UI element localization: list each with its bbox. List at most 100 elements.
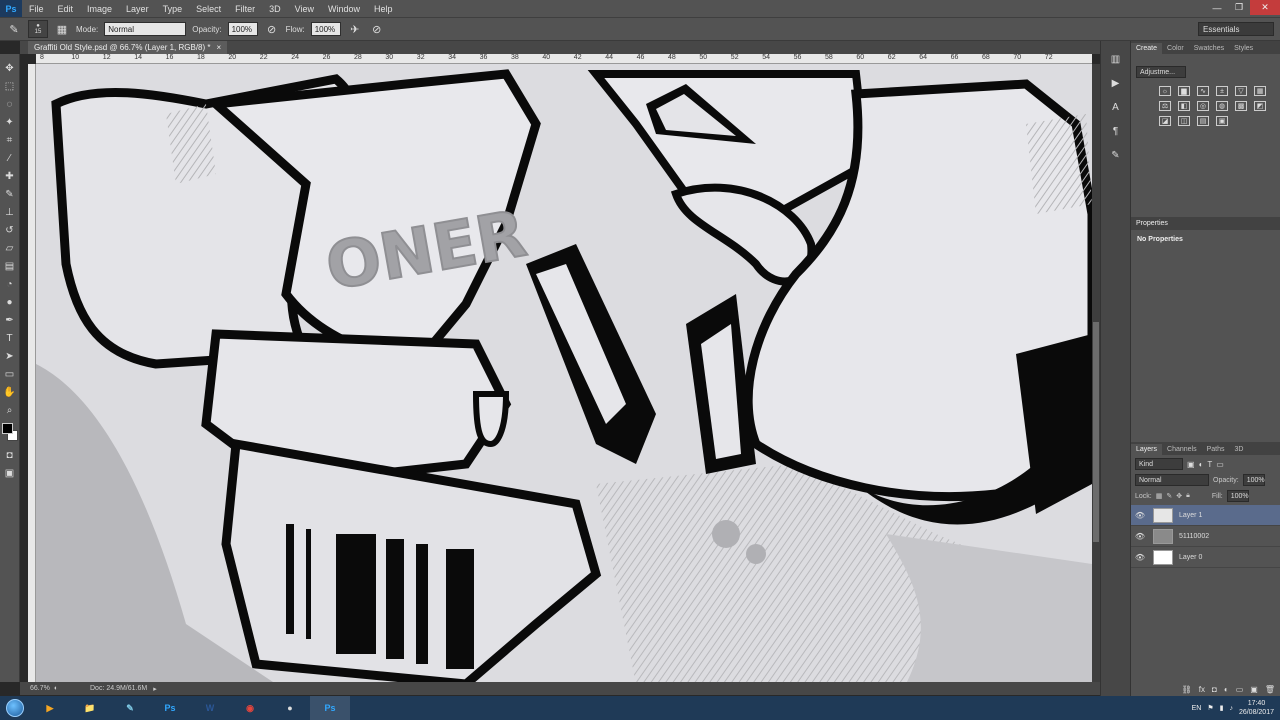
layer-row[interactable]: 👁︎ Layer 1 [1131,505,1280,526]
color-lookup-icon[interactable]: ▩ [1235,101,1247,111]
color-swatches[interactable] [1,423,19,443]
menu-type[interactable]: Type [156,4,190,14]
language-indicator[interactable]: EN [1192,705,1202,712]
menu-select[interactable]: Select [189,4,228,14]
curves-icon[interactable]: ∿ [1197,86,1209,96]
restore-button[interactable]: ❐ [1228,0,1250,15]
taskbar-media-player-icon[interactable]: ▶ [30,696,70,720]
lock-all-icon[interactable]: 🔒︎ [1186,492,1190,500]
lock-transparent-icon[interactable]: ▦ [1156,492,1163,500]
vertical-scrollbar[interactable] [1092,64,1100,684]
lasso-tool-icon[interactable]: ◌ [2,96,18,112]
layer-opacity-input[interactable]: 100% [1242,474,1265,486]
flow-input[interactable]: 100% [310,22,341,36]
lock-pixels-icon[interactable]: ✎ [1166,492,1172,500]
selective-color-icon[interactable]: ▣ [1216,116,1228,126]
move-tool-icon[interactable]: ✥ [2,60,18,76]
taskbar-chrome-icon[interactable]: ◉ [230,696,270,720]
brush-panel-icon[interactable]: ▦ [54,21,70,37]
start-button[interactable] [0,696,30,720]
gradient-map-icon[interactable]: ▤ [1197,116,1209,126]
taskbar-word-icon[interactable]: W [190,696,230,720]
opacity-input[interactable]: 100% [227,22,258,36]
layer-row[interactable]: 👁︎ 51110002 [1131,526,1280,547]
black-white-icon[interactable]: ◧ [1178,101,1190,111]
brush-presets-icon[interactable]: ✎ [1108,147,1124,163]
menu-filter[interactable]: Filter [228,4,262,14]
tray-flag-icon[interactable]: ⚑ [1207,704,1213,712]
tab-styles[interactable]: Styles [1229,43,1258,54]
pressure-opacity-icon[interactable]: ⊘ [264,21,280,37]
taskbar-obs-icon[interactable]: ● [270,696,310,720]
tab-color[interactable]: Color [1162,43,1189,54]
visibility-eye-icon[interactable]: 👁︎ [1131,553,1149,562]
photo-filter-icon[interactable]: ◎ [1197,101,1209,111]
mode-select[interactable]: Normal [104,22,187,36]
shape-tool-icon[interactable]: ▭ [2,366,18,382]
status-info-icon[interactable]: ◐ [54,685,62,692]
document-canvas[interactable]: ONER [36,64,1092,684]
color-balance-icon[interactable]: ⚖ [1159,101,1171,111]
lock-position-icon[interactable]: ✥ [1176,492,1182,500]
actions-panel-icon[interactable]: ▶ [1108,75,1124,91]
marquee-tool-icon[interactable]: ⬚ [2,78,18,94]
menu-file[interactable]: File [22,4,51,14]
menu-help[interactable]: Help [367,4,400,14]
taskbar-drawing-app-icon[interactable]: ✎ [110,696,150,720]
hue-sat-icon[interactable]: ▦ [1254,86,1266,96]
invert-icon[interactable]: ◩ [1254,101,1266,111]
visibility-eye-icon[interactable]: 👁︎ [1131,532,1149,541]
minimize-button[interactable]: — [1206,0,1228,15]
menu-3d[interactable]: 3D [262,4,288,14]
menu-edit[interactable]: Edit [51,4,81,14]
vertical-scroll-thumb[interactable] [1093,322,1099,542]
taskbar-photoshop-icon[interactable]: Ps [150,696,190,720]
workspace-select[interactable]: Essentials [1198,22,1274,36]
tray-volume-icon[interactable]: ♪ [1229,705,1233,712]
eyedropper-tool-icon[interactable]: ⁄ [2,150,18,166]
tab-channels[interactable]: Channels [1162,444,1202,455]
healing-brush-tool-icon[interactable]: ✚ [2,168,18,184]
brush-tool-icon[interactable]: ✎ [6,21,22,37]
close-tab-icon[interactable]: × [217,43,222,52]
character-panel-icon[interactable]: A [1108,99,1124,115]
add-mask-icon[interactable]: ◘ [1212,685,1217,694]
new-layer-icon[interactable]: ▣ [1250,685,1258,694]
posterize-icon[interactable]: ◪ [1159,116,1171,126]
dodge-tool-icon[interactable]: ● [2,294,18,310]
brush-preset-picker[interactable]: ● 15 [28,20,48,38]
threshold-icon[interactable]: ◫ [1178,116,1190,126]
foreground-color-swatch[interactable] [1,423,13,434]
filter-pixel-icon[interactable]: ▣ [1187,460,1195,469]
path-select-tool-icon[interactable]: ➤ [2,348,18,364]
eraser-tool-icon[interactable]: ▱ [2,240,18,256]
pen-tool-icon[interactable]: ✒ [2,312,18,328]
vertical-ruler[interactable] [28,64,36,684]
tab-3d[interactable]: 3D [1230,444,1249,455]
crop-tool-icon[interactable]: ⌗ [2,132,18,148]
kind-filter-select[interactable]: Kind [1135,458,1183,470]
status-menu-icon[interactable]: ▸ [147,685,157,693]
pressure-size-icon[interactable]: ⊘ [369,21,385,37]
type-tool-icon[interactable]: T [2,330,18,346]
menu-window[interactable]: Window [321,4,367,14]
taskbar-file-explorer-icon[interactable]: 📁 [70,696,110,720]
filter-type-icon[interactable]: T [1207,460,1212,469]
new-adjustment-icon[interactable]: ◐ [1224,685,1229,694]
gradient-tool-icon[interactable]: ▤ [2,258,18,274]
quick-select-tool-icon[interactable]: ✦ [2,114,18,130]
delete-layer-icon[interactable]: 🗑︎ [1265,685,1275,694]
screen-mode-icon[interactable]: ▣ [2,465,18,481]
new-group-icon[interactable]: ▭ [1236,685,1244,694]
tab-swatches[interactable]: Swatches [1189,43,1229,54]
tab-create[interactable]: Create [1131,43,1163,54]
paragraph-panel-icon[interactable]: ¶ [1108,123,1124,139]
tab-layers[interactable]: Layers [1131,444,1163,455]
doc-size[interactable]: Doc: 24.9M/61.6M [62,685,147,692]
vibrance-icon[interactable]: ▽ [1235,86,1247,96]
quick-mask-icon[interactable]: ◘ [2,447,18,463]
filter-adjust-icon[interactable]: ◐ [1199,460,1204,469]
airbrush-icon[interactable]: ✈ [347,21,363,37]
adjustments-select[interactable]: Adjustme... [1136,66,1186,78]
taskbar-photoshop-active-icon[interactable]: Ps [310,696,350,720]
